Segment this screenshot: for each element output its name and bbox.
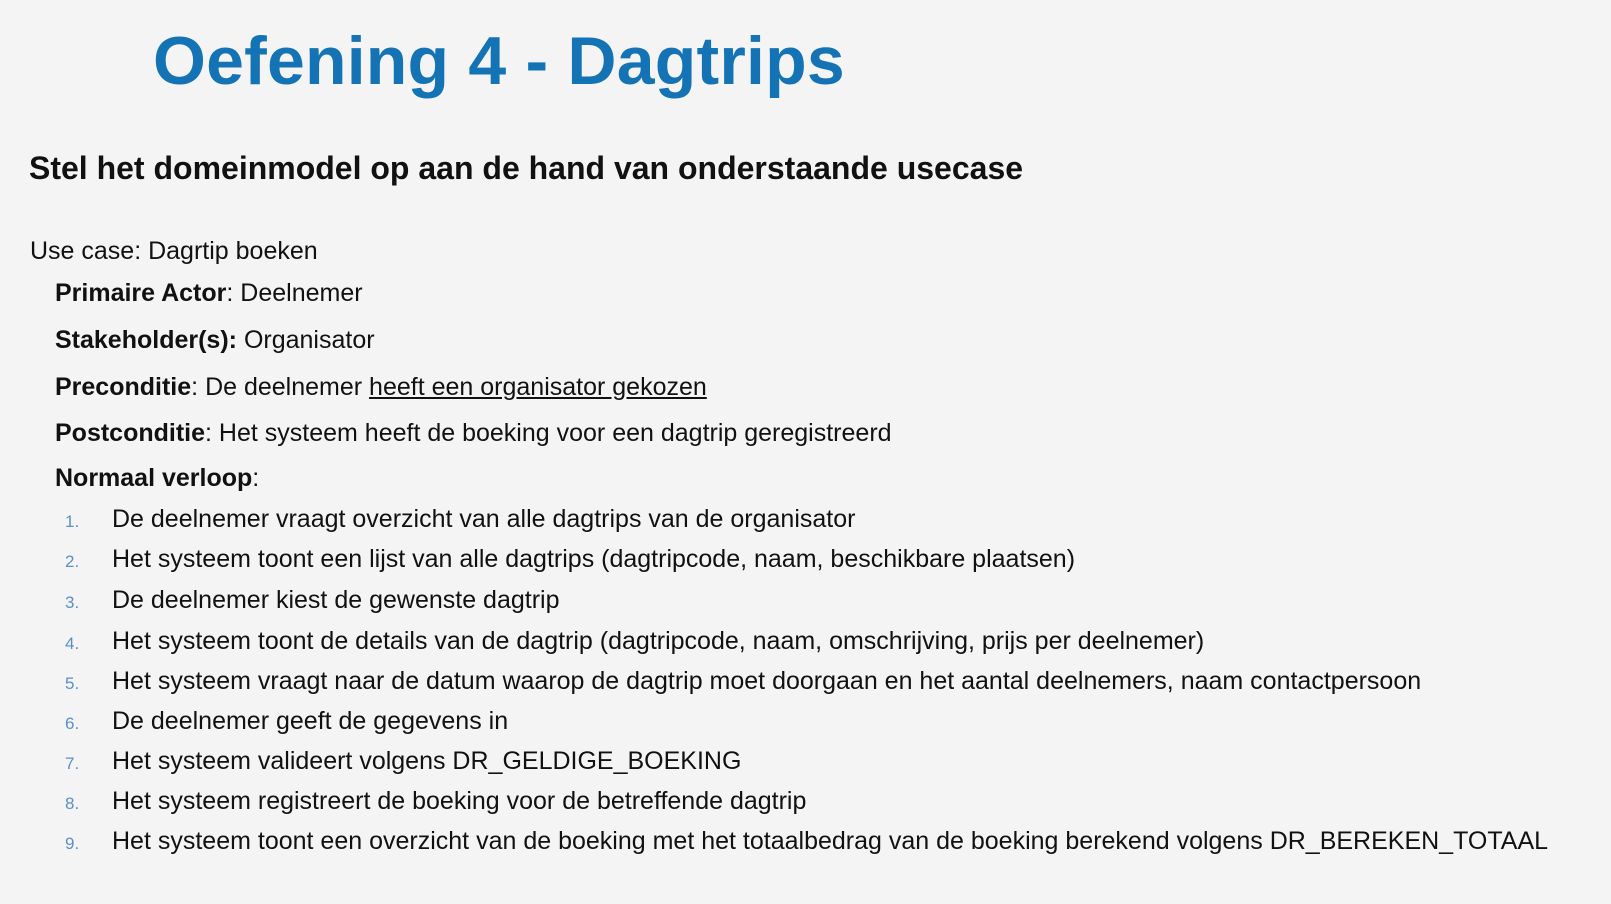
primary-actor-field: Primaire Actor: Deelnemer — [55, 279, 363, 308]
postcondition-label: Postconditie — [55, 419, 206, 447]
step-text: Het systeem valideert volgens DR_GELDIGE… — [112, 747, 742, 775]
stakeholders-value: Organisator — [243, 326, 375, 354]
stakeholders-field: Stakeholder(s): Organisator — [55, 326, 375, 355]
use-case-heading: Use case: Dagrtip boeken — [30, 237, 318, 265]
step-number: 2. — [65, 552, 80, 571]
slide-title: Oefening 4 - Dagtrips — [153, 23, 845, 99]
step-number: 8. — [65, 794, 80, 813]
precondition-label: Preconditie — [55, 373, 192, 401]
step-number: 9. — [65, 834, 80, 853]
step-text: Het systeem toont de details van de dagt… — [112, 627, 1205, 655]
primary-actor-value: Deelnemer — [240, 279, 363, 307]
stakeholders-label: Stakeholder(s): — [55, 326, 237, 354]
normal-flow-separator: : — [252, 464, 260, 492]
step-text: De deelnemer geeft de gegevens in — [112, 707, 509, 735]
precondition-field: Preconditie: De deelnemer heeft een orga… — [55, 373, 707, 402]
precondition-separator: : — [191, 373, 206, 401]
step-number: 3. — [65, 593, 80, 612]
primary-actor-label: Primaire Actor — [55, 279, 227, 307]
stakeholders-separator — [237, 326, 244, 354]
normal-flow-label: Normaal verloop — [55, 464, 253, 492]
step-number: 4. — [65, 634, 80, 653]
step-text: Het systeem toont een overzicht van de b… — [112, 827, 1549, 855]
step-text: Het systeem registreert de boeking voor … — [112, 787, 807, 815]
step-number: 5. — [65, 674, 80, 693]
slide-subtitle: Stel het domeinmodel op aan de hand van … — [29, 150, 1024, 186]
postcondition-value: Het systeem heeft de boeking voor een da… — [218, 419, 892, 447]
primary-actor-separator: : — [226, 279, 241, 307]
step-text: Het systeem toont een lijst van alle dag… — [112, 545, 1076, 573]
precondition-value: De deelnemer — [205, 373, 370, 401]
postcondition-separator: : — [205, 419, 219, 447]
normal-flow-heading: Normaal verloop: — [55, 464, 259, 493]
step-text: De deelnemer kiest de gewenste dagtrip — [112, 586, 560, 614]
precondition-underlined-value: heeft een organisator gekozen — [369, 373, 707, 401]
step-number: 7. — [65, 754, 80, 773]
step-text: De deelnemer vraagt overzicht van alle d… — [112, 505, 856, 533]
slide: Oefening 4 - Dagtrips Stel het domeinmod… — [0, 0, 1611, 904]
postcondition-field: Postconditie: Het systeem heeft de boeki… — [55, 419, 892, 448]
step-number: 6. — [65, 714, 80, 733]
step-text: Het systeem vraagt naar de datum waarop … — [112, 667, 1422, 695]
step-number: 1. — [65, 512, 80, 531]
